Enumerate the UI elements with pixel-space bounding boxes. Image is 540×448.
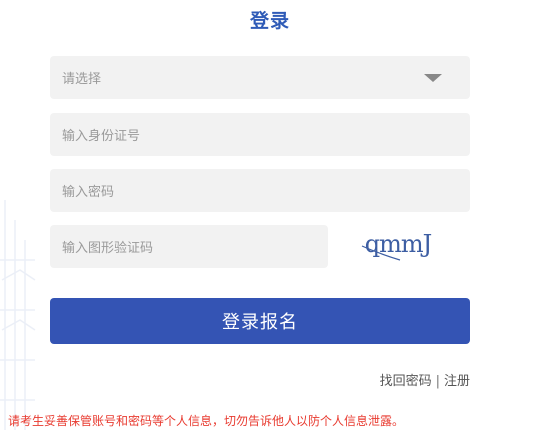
building-watermark-icon: [0, 200, 36, 430]
login-register-button[interactable]: 登录报名: [50, 298, 470, 344]
password-input[interactable]: 输入密码: [50, 169, 470, 212]
id-number-placeholder: 输入身份证号: [62, 129, 141, 144]
captcha-noise-line: [361, 245, 401, 261]
exam-select-placeholder: 请选择: [62, 72, 102, 87]
password-placeholder: 输入密码: [62, 185, 115, 200]
register-link[interactable]: 注册: [444, 374, 470, 389]
security-notice: 请考生妥善保管账号和密码等个人信息，切勿告诉他人以防个人信息泄露。: [8, 414, 405, 428]
id-number-input[interactable]: 输入身份证号: [50, 113, 470, 156]
find-password-link[interactable]: 找回密码: [380, 374, 432, 389]
captcha-placeholder: 输入图形验证码: [62, 241, 154, 256]
dropdown-caret-icon[interactable]: [424, 74, 442, 82]
page-title: 登录: [249, 10, 290, 32]
captcha-input[interactable]: 输入图形验证码: [50, 225, 328, 268]
link-separator: |: [435, 374, 440, 389]
exam-select[interactable]: 请选择: [50, 56, 470, 99]
account-links: 找回密码 | 注册: [380, 370, 470, 389]
